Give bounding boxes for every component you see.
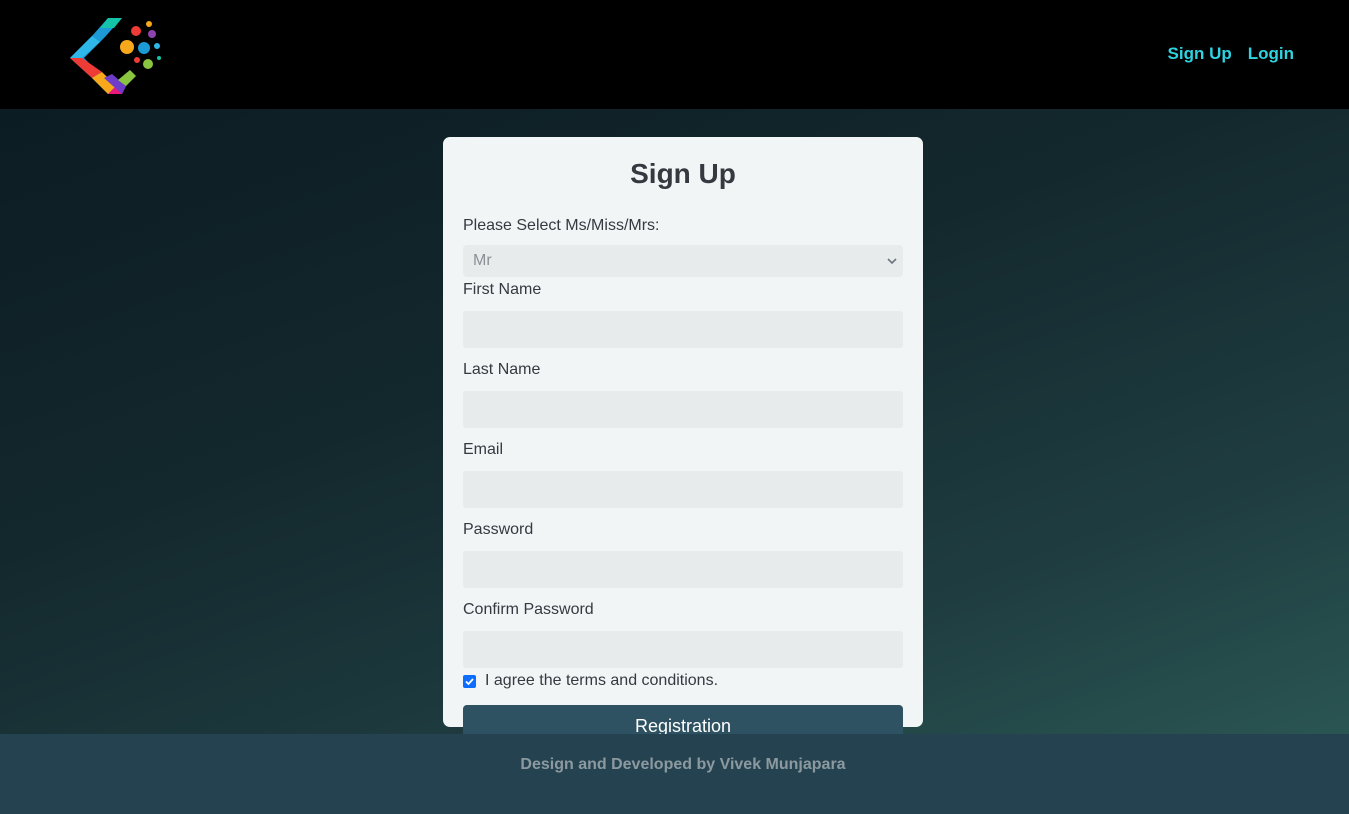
last-name-input[interactable] <box>463 391 903 428</box>
check-icon <box>465 677 474 685</box>
salutation-select-value: Mr <box>473 252 492 269</box>
first-name-label: First Name <box>463 281 542 298</box>
salutation-label: Please Select Ms/Miss/Mrs: <box>463 217 660 234</box>
chevron-down-icon <box>887 258 897 265</box>
confirm-password-label: Confirm Password <box>463 601 594 618</box>
page-title: Sign Up <box>630 158 736 189</box>
nav-login-link[interactable]: Login <box>1248 44 1294 64</box>
footer-credit: Design and Developed by Vivek Munjapara <box>520 756 846 773</box>
password-label: Password <box>463 521 534 538</box>
terms-label: I agree the terms and conditions. <box>485 672 719 689</box>
logo-icon[interactable] <box>64 14 164 96</box>
first-name-input[interactable] <box>463 311 903 348</box>
navbar: Sign Up Login <box>0 0 1349 109</box>
salutation-select[interactable]: Mr <box>463 245 903 277</box>
terms-row: I agree the terms and conditions. <box>463 671 903 691</box>
last-name-label: Last Name <box>463 361 541 378</box>
email-input[interactable] <box>463 471 903 508</box>
confirm-password-input[interactable] <box>463 631 903 668</box>
nav-signup-link[interactable]: Sign Up <box>1168 44 1232 64</box>
terms-checkbox[interactable] <box>463 674 476 688</box>
password-input[interactable] <box>463 551 903 588</box>
footer: Design and Developed by Vivek Munjapara <box>0 734 1349 814</box>
nav-links: Sign Up Login <box>1168 44 1294 64</box>
signup-card: Sign Up Please Select Ms/Miss/Mrs: Mr Fi… <box>443 137 923 748</box>
email-label: Email <box>463 441 504 458</box>
